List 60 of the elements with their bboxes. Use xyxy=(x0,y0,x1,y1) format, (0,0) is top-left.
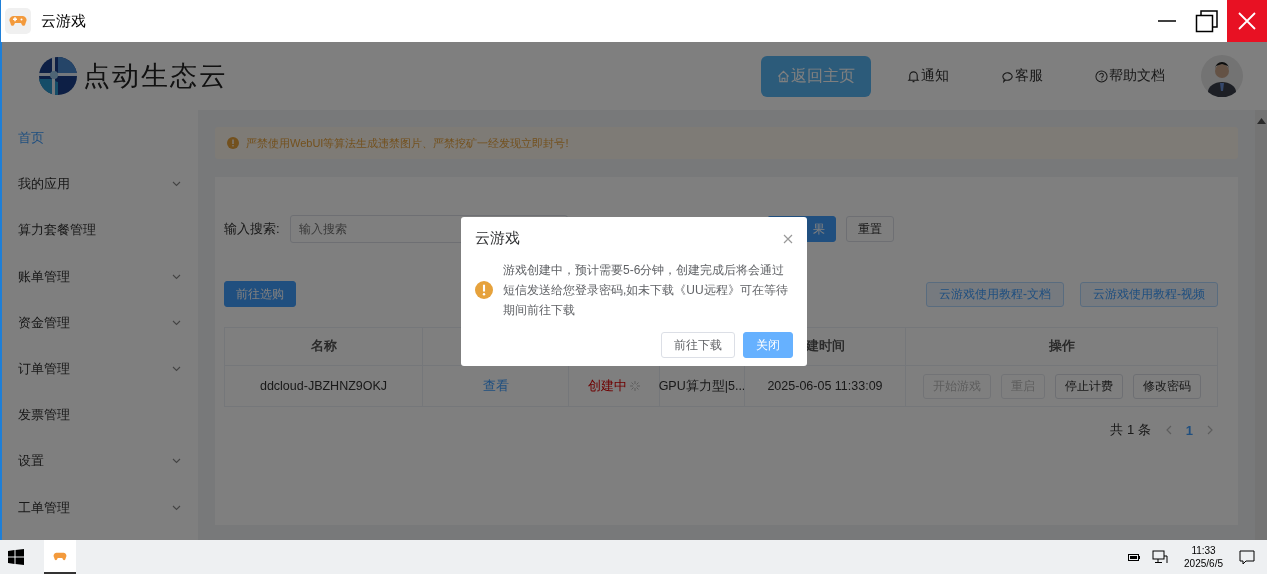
clock-time: 11:33 xyxy=(1191,544,1216,557)
warning-icon xyxy=(227,137,239,149)
scroll-up-icon[interactable] xyxy=(1256,118,1266,124)
brand-name: 点动生态云 xyxy=(83,60,228,93)
search-label: 输入搜索: xyxy=(224,220,280,238)
sidebar-item[interactable]: 工单管理 xyxy=(2,484,198,531)
sidebar-item[interactable]: 资金管理 xyxy=(2,299,198,346)
notice-text: 严禁使用WebUI等算法生成违禁图片、严禁挖矿一经发现立即封号! xyxy=(246,135,569,151)
warning-icon xyxy=(475,281,493,299)
dialog-message: 游戏创建中，预计需要5-6分钟，创建完成后将会通过短信发送给您登录密码,如未下载《UU远程》可在等待期间前往下载 xyxy=(503,262,789,319)
chevron-down-icon xyxy=(172,319,181,326)
sidebar-item[interactable]: 账单管理 xyxy=(2,253,198,300)
dialog-button[interactable]: 前往下载 xyxy=(661,332,735,358)
home-icon xyxy=(777,69,790,83)
sidebar-item[interactable]: 发票管理 xyxy=(2,392,198,439)
chevron-down-icon xyxy=(172,273,181,280)
clock[interactable]: 11:33 2025/6/5 xyxy=(1180,544,1227,570)
close-icon[interactable] xyxy=(783,233,793,244)
nav-link[interactable]: 帮助文档 xyxy=(1079,57,1181,95)
help-icon xyxy=(1095,69,1108,83)
sidebar-item[interactable]: 我的应用 xyxy=(2,161,198,208)
windows-icon xyxy=(8,549,24,565)
chevron-down-icon xyxy=(172,458,181,465)
gamepad-icon xyxy=(53,551,67,561)
clock-date: 2025/6/5 xyxy=(1184,557,1223,570)
status-text: 创建中 xyxy=(588,377,627,395)
restore-icon xyxy=(1195,9,1219,33)
scrollbar[interactable] xyxy=(1255,110,1267,540)
chevron-down-icon xyxy=(172,181,181,188)
column-header: 建时间 xyxy=(805,338,845,355)
bell-icon xyxy=(907,69,920,83)
chevron-down-icon xyxy=(172,366,181,373)
window-title: 云游戏 xyxy=(41,11,86,31)
spinner-icon xyxy=(630,381,640,391)
table-cell: GPU算力型|5... xyxy=(658,377,746,395)
nav-link[interactable]: 通知 xyxy=(891,57,965,95)
total-count: 共 1 条 xyxy=(1110,421,1151,439)
network-icon[interactable] xyxy=(1152,550,1169,564)
chevron-down-icon xyxy=(172,504,181,511)
dialog-button[interactable]: 关闭 xyxy=(743,332,793,358)
minimize-icon xyxy=(1157,20,1177,22)
column-header: 操作 xyxy=(1048,338,1075,355)
nav-link[interactable]: 客服 xyxy=(985,57,1059,95)
sidebar-item[interactable]: 订单管理 xyxy=(2,345,198,393)
battery-icon[interactable] xyxy=(1128,553,1141,561)
avatar[interactable] xyxy=(1201,55,1243,97)
sidebar-item[interactable]: 算力套餐管理 xyxy=(2,207,198,254)
search-button[interactable]: 重置 xyxy=(846,216,894,242)
logo-icon xyxy=(39,57,77,95)
table-cell: 2025-06-05 11:33:09 xyxy=(767,379,883,393)
action-button[interactable]: 停止计费 xyxy=(1054,373,1123,399)
action-button[interactable]: 修改密码 xyxy=(1132,373,1201,399)
chat-icon xyxy=(1001,69,1014,83)
sidebar-item[interactable]: 设置 xyxy=(2,438,198,485)
gamepad-icon xyxy=(5,8,31,34)
close-icon xyxy=(1237,11,1257,31)
table-cell: ddcloud-JBZHNZ9OKJ xyxy=(259,379,388,393)
taskbar-app[interactable] xyxy=(44,540,76,574)
notification-icon[interactable] xyxy=(1239,549,1255,565)
column-header: 名称 xyxy=(310,338,337,355)
